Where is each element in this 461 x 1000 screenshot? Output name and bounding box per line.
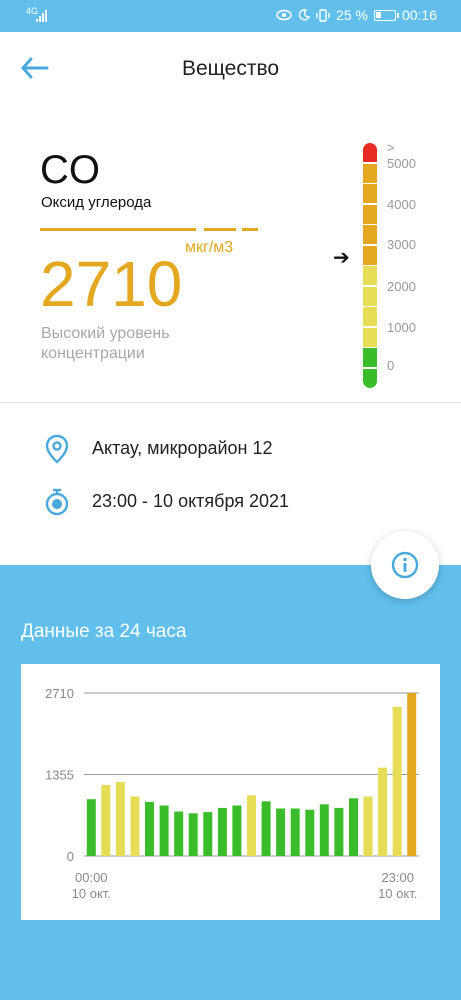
scale-label: 2000 (387, 279, 416, 294)
chart-bar (203, 812, 213, 856)
chart-bar (349, 798, 358, 856)
chart-bar (145, 801, 154, 856)
moon-icon (298, 9, 311, 21)
divider-dash (242, 228, 258, 231)
scale-segment (363, 245, 377, 265)
concentration-scale (363, 143, 377, 389)
scale-segment (363, 368, 377, 388)
app-bar: Вещество (0, 32, 461, 105)
chart-bar (276, 808, 286, 856)
bar-chart: 27101355000:0010 окт.23:0010 окт. (45, 686, 419, 901)
location-pin-icon (45, 434, 69, 464)
battery-percent: 25 % (336, 7, 368, 23)
chart-bar (115, 782, 125, 856)
chart-bar (290, 808, 300, 856)
chart-bar (232, 805, 242, 856)
page-title: Вещество (181, 57, 280, 80)
clock: 00:16 (401, 7, 437, 23)
value-units: мкг/м3 (185, 239, 234, 256)
datetime-text: 23:00 - 10 октября 2021 (92, 491, 290, 511)
y-tick-label: 1355 (45, 768, 74, 783)
chart-bar (86, 799, 96, 856)
scale-segment (363, 163, 377, 183)
divider-dash (204, 228, 236, 231)
chart-bar (392, 706, 402, 856)
chart-bar (305, 809, 315, 856)
scale-segment (363, 266, 377, 285)
x-tick-label: 23:00 (381, 870, 414, 885)
arrow-right-icon: ➔ (333, 247, 350, 269)
scale-segment (363, 204, 377, 224)
level-description: Высокий уровень концентрации (41, 325, 170, 362)
vibrate-icon (316, 8, 330, 22)
battery-icon (373, 9, 399, 21)
info-button[interactable] (371, 531, 439, 599)
chart-bar (334, 807, 344, 856)
y-tick-label: 0 (67, 849, 74, 864)
chart-bar (130, 796, 140, 856)
chart-bar (319, 804, 329, 856)
chart-bar (217, 807, 227, 856)
scale-label: 4000 (387, 197, 416, 212)
scale-segment (363, 184, 377, 203)
scale-label: 3000 (387, 237, 416, 252)
y-tick-label: 2710 (45, 686, 74, 701)
signal-icon (36, 10, 47, 22)
chart-bar (174, 811, 184, 856)
location-text: Актау, микрорайон 12 (92, 438, 273, 458)
eye-icon (276, 9, 292, 21)
substance-card: CO Оксид углерода мкг/м3 2710 Высокий ур… (0, 104, 461, 403)
x-tick-label: 00:00 (75, 870, 108, 885)
info-icon (391, 551, 419, 579)
substance-formula: CO (40, 148, 100, 192)
scale-label: 1000 (387, 320, 416, 335)
stopwatch-icon (45, 488, 69, 516)
chart-bar (159, 805, 169, 856)
concentration-value: 2710 (40, 248, 183, 320)
scale-segment (363, 286, 377, 306)
divider-dash (40, 228, 196, 231)
scale-segment (363, 327, 377, 347)
chart-bar (247, 795, 256, 856)
substance-name: Оксид углерода (41, 194, 152, 211)
chart-card: 2710 1355 0 00:00 10 окт. 23:00 10 окт. (21, 664, 440, 920)
chart-bar (407, 693, 417, 856)
location-row: Актау, микрорайон 12 (0, 428, 461, 468)
chart-bar (363, 796, 373, 856)
scale-segment (363, 348, 377, 367)
scale-label: 0 (387, 358, 395, 373)
x-tick-label: 10 окт. (72, 886, 111, 901)
scale-label: 5000 (387, 156, 416, 171)
chart-bar (261, 801, 271, 856)
chart-bar (188, 813, 198, 856)
x-tick-label: 10 окт. (378, 886, 417, 901)
scale-segment (363, 307, 377, 326)
scale-segment (363, 143, 377, 162)
datetime-row: 23:00 - 10 октября 2021 (0, 481, 461, 521)
chart-bar (101, 785, 111, 856)
section-title: Данные за 24 часа (21, 621, 187, 642)
scale-label: > (387, 140, 395, 155)
scale-segment (363, 225, 377, 244)
status-bar: 4G 25 % 00:16 (0, 0, 461, 32)
chart-bar (378, 767, 388, 856)
